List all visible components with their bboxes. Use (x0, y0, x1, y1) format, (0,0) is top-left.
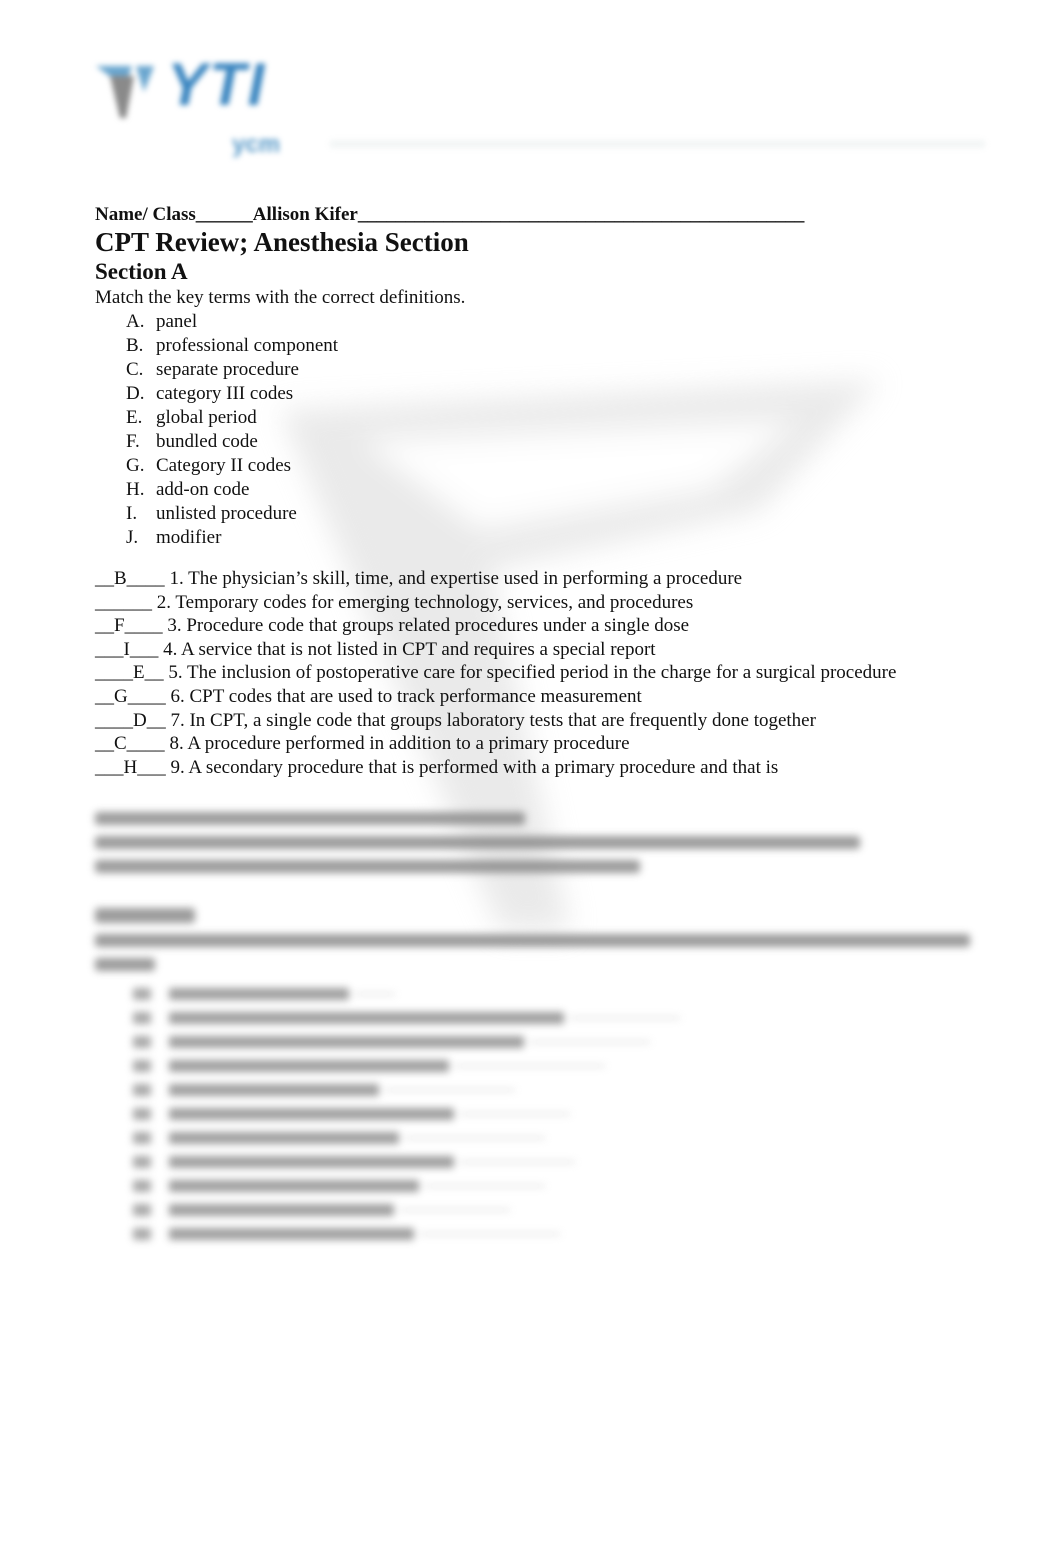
definition-row: __F____ 3. Procedure code that groups re… (95, 614, 995, 638)
blurred-list-item (95, 1078, 995, 1102)
term-text: unlisted procedure (156, 503, 297, 524)
term-letter: J. (126, 527, 139, 548)
definition-text: 2. Temporary codes for emerging technolo… (152, 591, 694, 613)
blurred-list-item (95, 1054, 995, 1078)
definition-text: 4. A service that is not listed in CPT a… (158, 638, 656, 660)
term-text: category III codes (156, 383, 294, 404)
blurred-list-item (95, 982, 995, 1006)
term-text: professional component (156, 335, 339, 356)
term-letter: H. (126, 479, 145, 500)
term-text: panel (156, 311, 198, 332)
term-text: bundled code (156, 431, 258, 452)
list-item: A. panel (95, 310, 995, 334)
list-item: I. unlisted procedure (95, 502, 995, 526)
answer-blank[interactable]: __B____ (95, 568, 165, 589)
blurred-list-item (95, 1174, 995, 1198)
answer-blank[interactable]: ______ (95, 592, 152, 613)
name-class-line: Name/ Class______Allison Kifer__________… (95, 204, 805, 225)
definition-row: ______ 2. Temporary codes for emerging t… (95, 591, 995, 615)
term-letter: I. (126, 503, 138, 524)
definition-text: 9. A secondary procedure that is perform… (165, 756, 779, 778)
definition-text: 5. The inclusion of postoperative care f… (163, 662, 897, 684)
term-letter: B. (126, 335, 144, 356)
section-a-instructions: Match the key terms with the correct def… (95, 287, 466, 308)
term-text: add-on code (156, 479, 250, 500)
term-letter: A. (126, 311, 145, 332)
answer-blank[interactable]: ____E__ (95, 662, 164, 683)
definition-text: 1. The physician’s skill, time, and expe… (164, 568, 743, 589)
answer-blank[interactable]: __C____ (95, 733, 165, 754)
definition-row: __G____ 6. CPT codes that are used to tr… (95, 685, 995, 709)
term-text: separate procedure (156, 359, 299, 380)
term-text: Category II codes (156, 455, 292, 476)
list-item: C. separate procedure (95, 358, 995, 382)
blurred-heading (95, 908, 195, 923)
blurred-list-item (95, 1102, 995, 1126)
definition-text: 6. CPT codes that are used to track perf… (165, 685, 642, 707)
blurred-content-region (95, 812, 995, 1246)
definition-row: __C____ 8. A procedure performed in addi… (95, 732, 995, 756)
definition-row: ____E__ 5. The inclusion of postoperativ… (95, 661, 995, 685)
logo-subtext: ycm (232, 131, 281, 158)
definition-text: 7. In CPT, a single code that groups lab… (165, 709, 816, 731)
blurred-list-item (95, 1222, 995, 1246)
list-item: H. add-on code (95, 478, 995, 502)
definition-row: ___I___ 4. A service that is not listed … (95, 638, 995, 662)
list-item: E. global period (95, 406, 995, 430)
term-letter: G. (126, 455, 145, 476)
blurred-list-item (95, 1006, 995, 1030)
list-item: J. modifier (95, 526, 995, 550)
blurred-line (95, 958, 155, 971)
blurred-list-item (95, 1126, 995, 1150)
blurred-list-item (95, 1150, 995, 1174)
definition-text: 3. Procedure code that groups related pr… (162, 615, 690, 637)
list-item: F. bundled code (95, 430, 995, 454)
answer-blank[interactable]: __F____ (95, 615, 163, 636)
section-a-heading: Section A (95, 259, 188, 284)
logo-text: YTI (167, 51, 267, 118)
definition-text: 8. A procedure performed in addition to … (164, 733, 630, 755)
blurred-list-item (95, 1030, 995, 1054)
term-text: global period (156, 407, 257, 428)
term-letter: D. (126, 383, 145, 404)
blurred-line (95, 812, 525, 825)
list-item: D. category III codes (95, 382, 995, 406)
definition-row: ___H___ 9. A secondary procedure that is… (95, 756, 995, 780)
document-title: CPT Review; Anesthesia Section (95, 227, 469, 257)
definition-row: __B____ 1. The physician’s skill, time, … (95, 567, 995, 591)
list-item: G. Category II codes (95, 454, 995, 478)
company-logo: YTI ycm (92, 51, 312, 171)
definition-row: ____D__ 7. In CPT, a single code that gr… (95, 709, 995, 733)
answer-blank[interactable]: ____D__ (95, 710, 166, 731)
answer-blank[interactable]: ___I___ (95, 639, 158, 660)
blurred-line (95, 836, 860, 849)
list-item: B. professional component (95, 334, 995, 358)
answer-blank[interactable]: ___H___ (95, 757, 166, 778)
term-letter: C. (126, 359, 144, 380)
term-text: modifier (156, 527, 222, 548)
header-rule (330, 140, 985, 148)
blurred-line (95, 934, 970, 947)
term-letter: F. (126, 431, 140, 452)
blurred-line (95, 860, 640, 873)
term-letter: E. (126, 407, 143, 428)
answer-blank[interactable]: __G____ (95, 686, 166, 707)
blurred-list-item (95, 1198, 995, 1222)
definitions-list: __B____ 1. The physician’s skill, time, … (95, 567, 995, 779)
document-body: Name/ Class______Allison Kifer__________… (95, 203, 995, 779)
key-terms-list: A. panel B. professional component C. separ… (95, 310, 995, 550)
